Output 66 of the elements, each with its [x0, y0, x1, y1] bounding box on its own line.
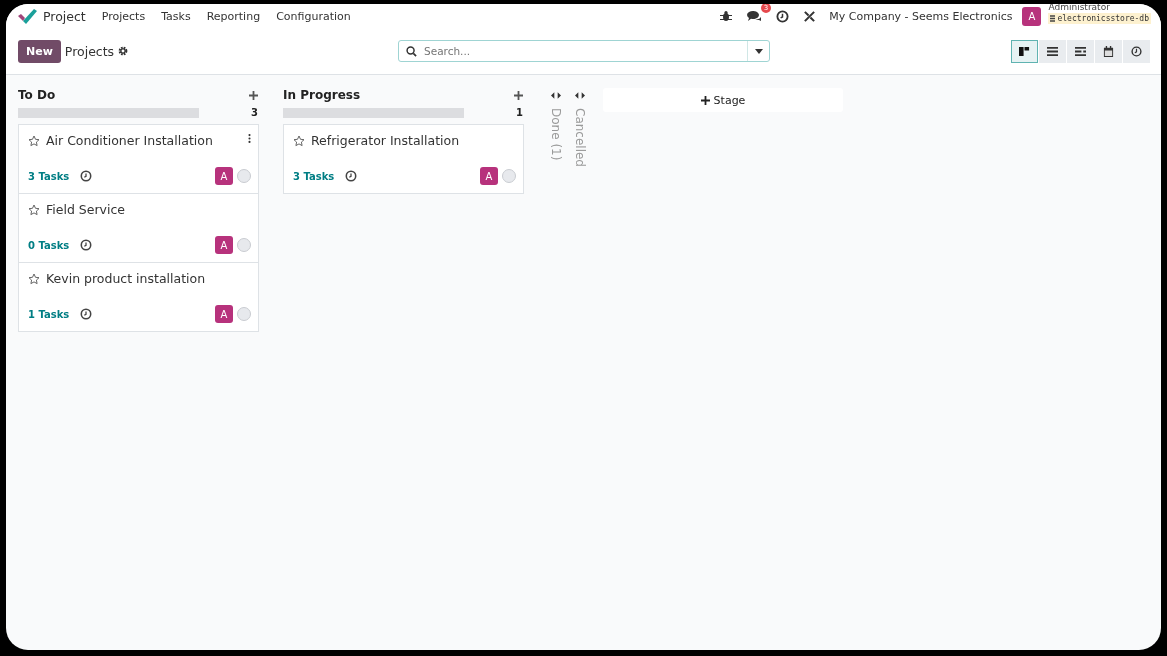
- star-icon[interactable]: [28, 272, 40, 285]
- expand-icon[interactable]: [575, 92, 585, 99]
- company-switcher[interactable]: My Company - Seems Electronics: [829, 9, 1013, 23]
- search-input[interactable]: Search...: [422, 44, 747, 58]
- clock-icon[interactable]: [345, 170, 358, 182]
- menu-item[interactable]: Tasks: [161, 9, 191, 23]
- new-button[interactable]: New: [18, 39, 61, 63]
- menu-item[interactable]: Projects: [101, 9, 146, 23]
- project-card[interactable]: Refrigerator Installation 3 Tasks A: [283, 124, 524, 194]
- project-card[interactable]: Air Conditioner Installation 3 Tasks A: [18, 124, 259, 194]
- bug-icon[interactable]: [720, 10, 733, 22]
- kanban-view-button[interactable]: [1011, 39, 1038, 63]
- user-avatar[interactable]: A: [215, 236, 233, 254]
- app-logo-icon[interactable]: [17, 7, 37, 25]
- kebab-menu-icon[interactable]: [248, 134, 251, 143]
- search-bar[interactable]: Search...: [398, 40, 770, 62]
- gantt-icon: [1075, 45, 1086, 57]
- clock-icon[interactable]: [80, 239, 93, 251]
- menu-item[interactable]: Configuration: [276, 9, 351, 23]
- user-name[interactable]: Administrator: [1048, 4, 1151, 13]
- tasks-link[interactable]: 3 Tasks: [293, 170, 335, 182]
- star-icon[interactable]: [293, 134, 305, 147]
- search-icon: [406, 45, 417, 57]
- activity-view-button[interactable]: [1123, 39, 1150, 63]
- clock-icon: [1131, 45, 1142, 57]
- database-name: electronicsstore-db: [1048, 13, 1151, 24]
- column-count: 1: [516, 107, 523, 118]
- star-icon[interactable]: [28, 134, 40, 147]
- column-title: In Progress: [283, 88, 361, 102]
- project-name: Field Service: [46, 202, 127, 217]
- list-icon: [1047, 45, 1058, 57]
- calendar-view-button[interactable]: [1095, 39, 1122, 63]
- project-name: Air Conditioner Installation: [46, 133, 214, 148]
- user-avatar[interactable]: A: [215, 305, 233, 323]
- app-name[interactable]: Project: [43, 8, 86, 24]
- calendar-icon: [1103, 45, 1114, 57]
- clock-icon[interactable]: [80, 308, 93, 320]
- star-icon[interactable]: [28, 203, 40, 216]
- plus-icon[interactable]: [249, 90, 258, 100]
- tasks-link[interactable]: 0 Tasks: [28, 239, 70, 251]
- list-view-button[interactable]: [1039, 39, 1066, 63]
- chat-icon[interactable]: [746, 9, 763, 23]
- gantt-view-button[interactable]: [1067, 39, 1094, 63]
- project-card[interactable]: Kevin product installation 1 Tasks A: [18, 262, 259, 332]
- clock-icon[interactable]: [776, 9, 790, 23]
- settings-icon[interactable]: [118, 46, 129, 56]
- breadcrumb: Projects: [64, 43, 115, 59]
- add-stage-button[interactable]: Stage: [603, 88, 843, 112]
- database-icon: [1050, 15, 1056, 22]
- kanban-icon: [1019, 45, 1030, 57]
- user-avatar[interactable]: A: [480, 167, 498, 185]
- project-card[interactable]: Field Service 0 Tasks A: [18, 193, 259, 263]
- column-count: 3: [251, 107, 258, 118]
- user-avatar[interactable]: A: [215, 167, 233, 185]
- project-name: Kevin product installation: [46, 271, 207, 286]
- tasks-link[interactable]: 1 Tasks: [28, 308, 70, 320]
- clock-icon[interactable]: [80, 170, 93, 182]
- menu-item[interactable]: Reporting: [206, 9, 261, 23]
- column-title: To Do: [18, 88, 56, 102]
- expand-icon[interactable]: [551, 92, 561, 99]
- caret-icon[interactable]: [754, 48, 763, 54]
- tasks-link[interactable]: 3 Tasks: [28, 170, 70, 182]
- plus-icon: [700, 95, 710, 105]
- project-name: Refrigerator Installation: [311, 133, 461, 148]
- user-avatar[interactable]: A: [1022, 6, 1042, 26]
- plus-icon[interactable]: [514, 90, 523, 100]
